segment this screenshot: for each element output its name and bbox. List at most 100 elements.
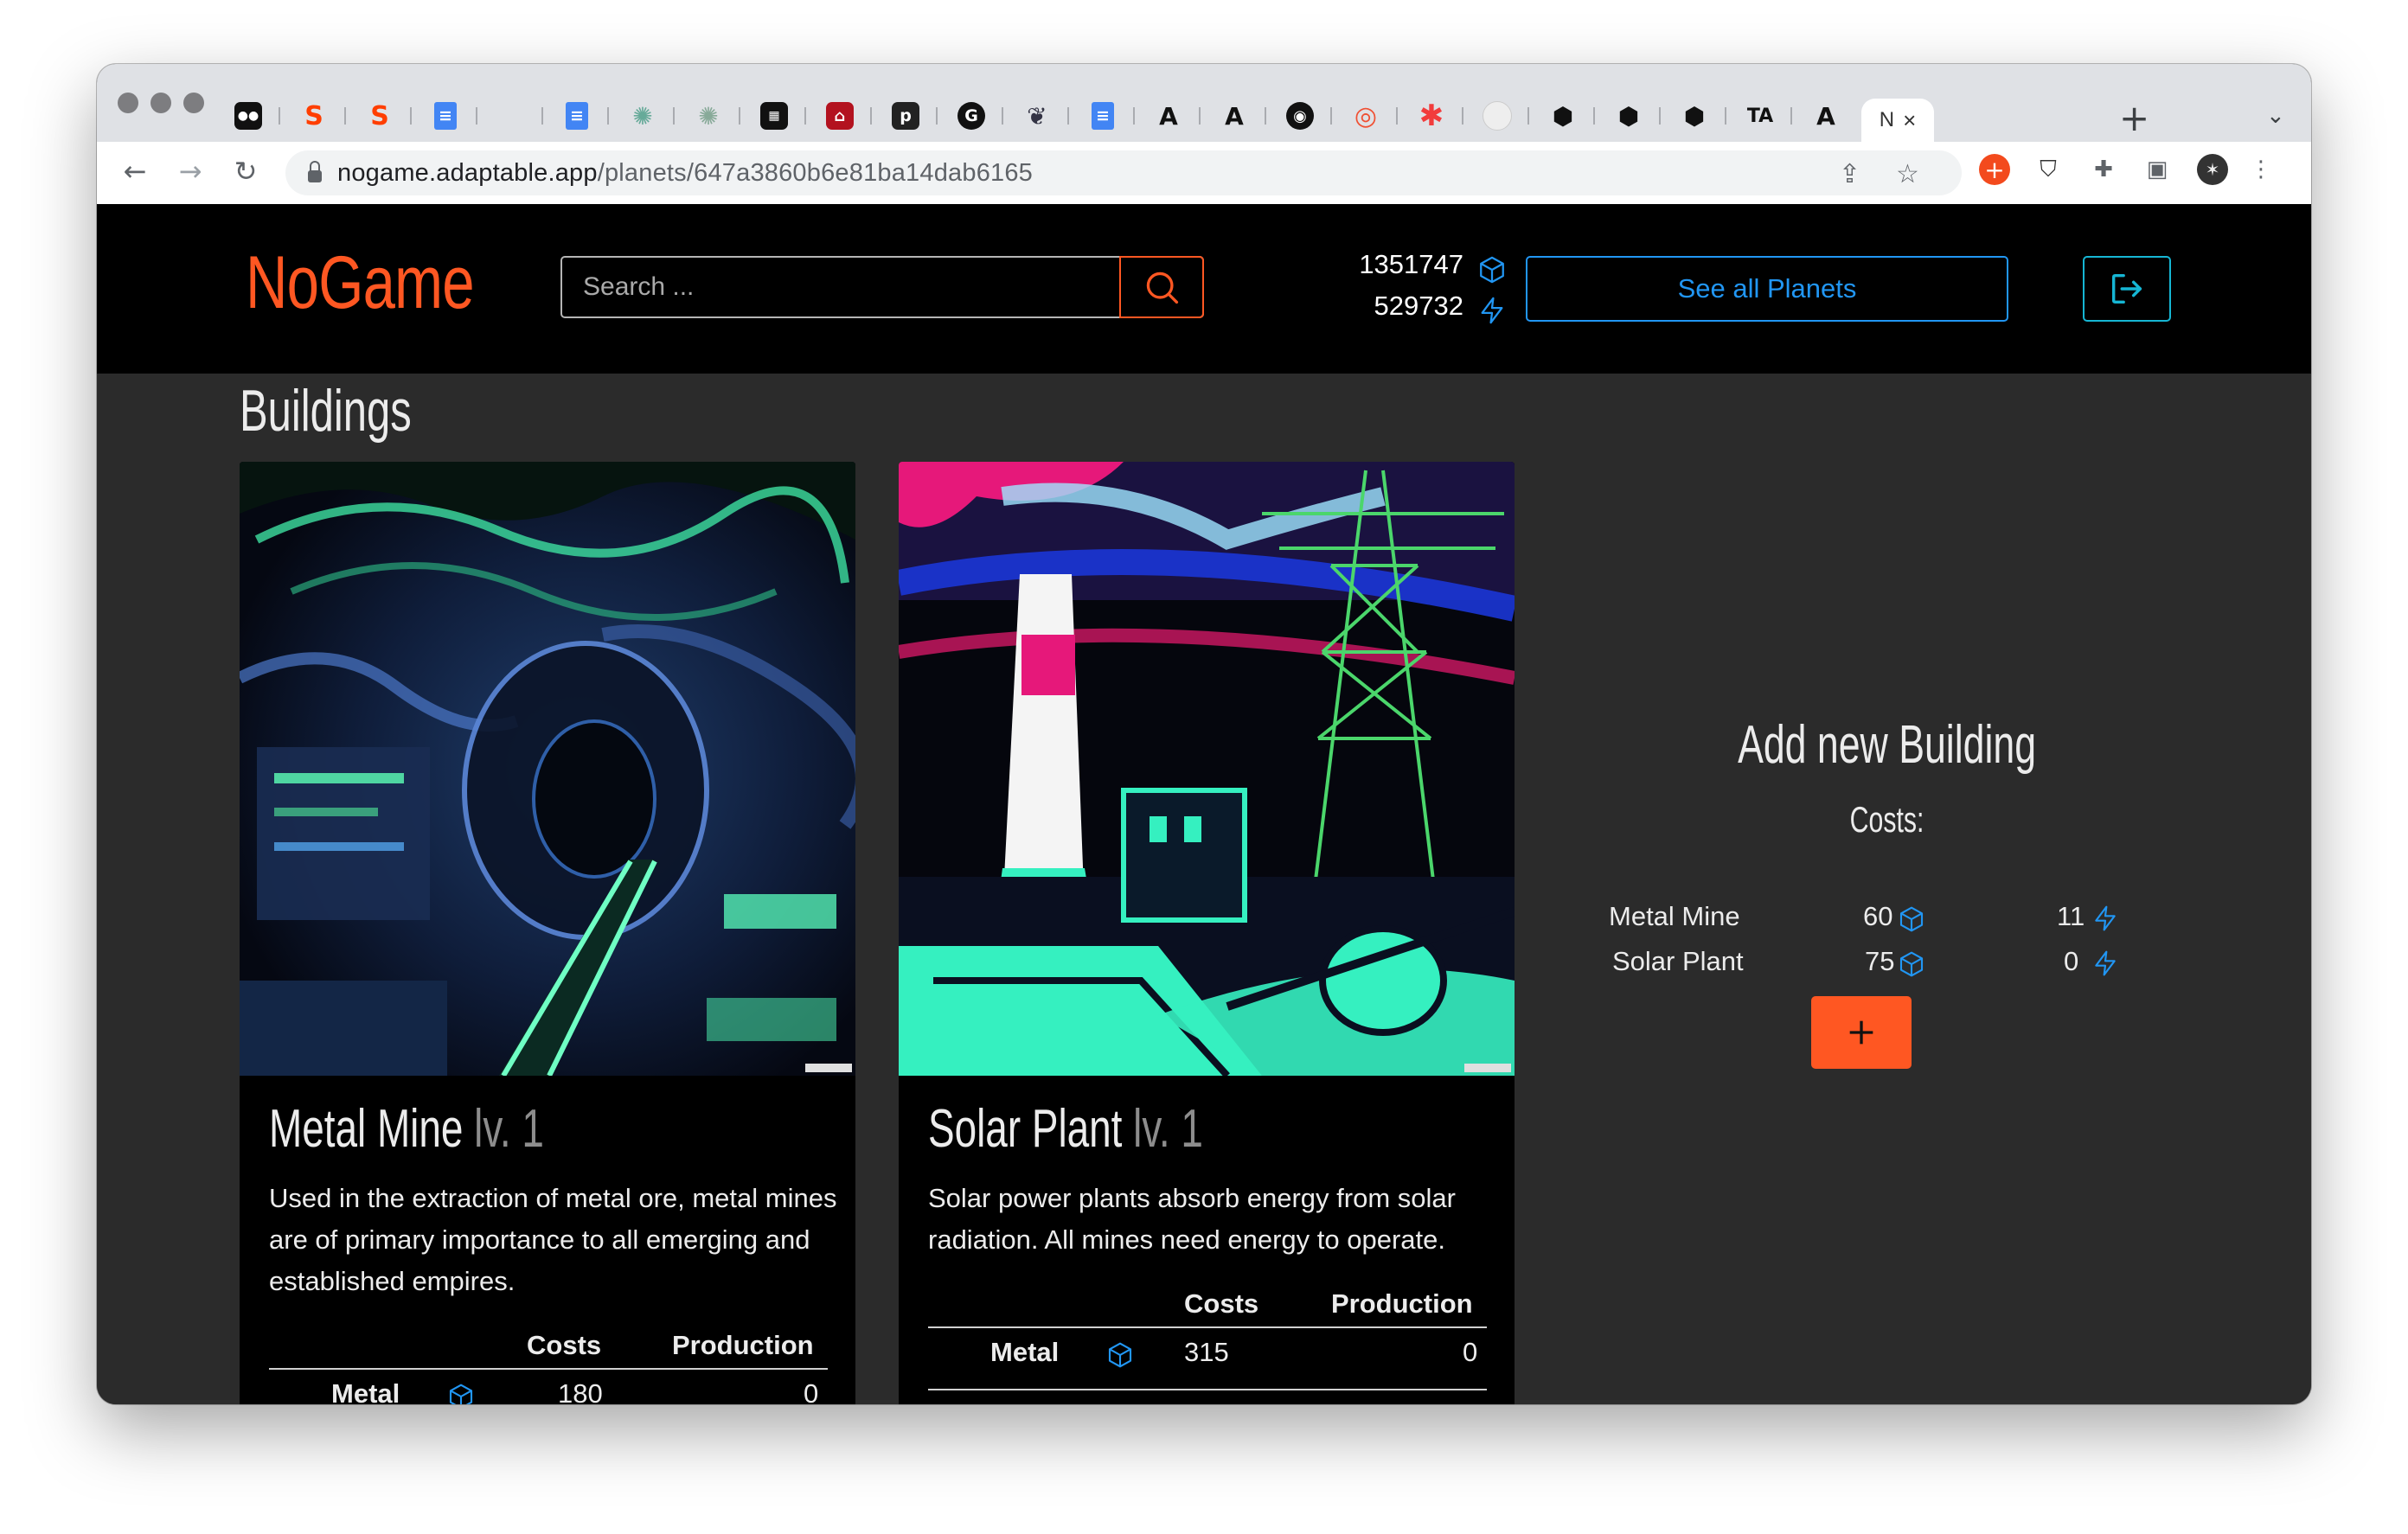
energy-bolt-icon — [1481, 297, 1503, 324]
add-building-title: Add new Building — [1738, 715, 2037, 775]
puzzle-extensions-icon[interactable]: ✚ — [2088, 154, 2119, 185]
building-level: lv. 1 — [474, 1099, 544, 1159]
active-tab-title: N — [1879, 108, 1895, 131]
tab-strip: ●● S S ≡ ≡ ✺ ✺ ▦ ⌂ p G ❦ ≡ A A ◉ ◎ ✱ ⬢ ⬢… — [97, 64, 2311, 142]
tab-svelte-2[interactable]: S — [348, 99, 412, 133]
close-window-button[interactable] — [118, 93, 138, 113]
tab-medium[interactable]: ●● — [216, 99, 280, 133]
cost-row-metal: 75 — [1865, 946, 1895, 976]
google-docs-icon: ≡ — [1092, 102, 1114, 130]
tab-flower-1[interactable]: ✺ — [611, 99, 675, 133]
tab-active[interactable]: N × — [1861, 99, 1934, 142]
metal-mine-image — [240, 462, 855, 1076]
tab-lifebuoy[interactable]: ◎ — [1334, 99, 1398, 133]
building-card-metal-mine: Metal Mine lv. 1 Used in the extraction … — [240, 462, 855, 1404]
tab-g[interactable]: G — [939, 99, 1003, 133]
energy-bolt-icon — [2095, 950, 2116, 976]
tab-p[interactable]: p — [874, 99, 938, 133]
browser-window: ●● S S ≡ ≡ ✺ ✺ ▦ ⌂ p G ❦ ≡ A A ◉ ◎ ✱ ⬢ ⬢… — [97, 64, 2311, 1404]
metal-amount: 1351747 — [1359, 249, 1463, 279]
energy-bolt-icon — [2095, 905, 2116, 931]
building-name: Solar Plant — [928, 1099, 1123, 1159]
table-divider — [269, 1368, 828, 1370]
circle-icon — [1483, 101, 1512, 131]
address-bar[interactable]: nogame.adaptable.app/planets/647a3860b6e… — [285, 150, 1962, 195]
p-icon: p — [892, 102, 919, 130]
more-menu-icon[interactable]: ⋮ — [2245, 154, 2277, 185]
tab-github[interactable]: ◉ — [1268, 99, 1332, 133]
lock-icon — [308, 161, 322, 182]
tab-ta[interactable]: TA — [1728, 99, 1792, 133]
row-production: 0 — [804, 1378, 819, 1404]
tab-brain[interactable]: ❦ — [1005, 99, 1069, 133]
side-panel-icon[interactable]: ▣ — [2142, 154, 2173, 185]
tab-circle[interactable] — [1465, 99, 1529, 133]
building-description: Used in the extraction of metal ore, met… — [269, 1183, 837, 1296]
codepen-icon: ⬢ — [1552, 101, 1574, 131]
search-box — [560, 256, 1204, 318]
solar-plant-image — [899, 462, 1515, 1076]
tab-blank[interactable] — [479, 99, 543, 133]
tab-flower-2[interactable]: ✺ — [676, 99, 740, 133]
add-building-panel: Add new Building Costs: — [1541, 204, 2233, 1404]
search-icon — [1146, 272, 1179, 304]
reload-icon[interactable]: ↻ — [227, 152, 265, 190]
costs-label: Costs: — [1850, 799, 1924, 840]
table-divider — [928, 1326, 1487, 1328]
metal-cube-icon — [1899, 951, 1924, 977]
tab-a-3[interactable]: A — [1794, 99, 1858, 133]
shield-extension-icon[interactable]: ⛉ — [2033, 154, 2064, 185]
blank-icon — [497, 102, 525, 130]
metal-cube-icon — [1899, 906, 1924, 932]
extension-plus-icon[interactable]: + — [1979, 154, 2010, 185]
close-tab-icon[interactable]: × — [1903, 107, 1916, 134]
minimize-window-button[interactable] — [150, 93, 171, 113]
share-icon[interactable]: ⇪ — [1839, 159, 1860, 189]
medium-icon: ●● — [234, 102, 262, 130]
svelte-icon: S — [370, 100, 389, 131]
costs-header: Costs — [527, 1330, 602, 1360]
tab-qr[interactable]: ▦ — [742, 99, 806, 133]
row-production: 0 — [1463, 1337, 1478, 1367]
tab-museum[interactable]: ⌂ — [808, 99, 872, 133]
search-input[interactable] — [562, 258, 1119, 316]
new-tab-button[interactable]: + — [2119, 97, 2149, 139]
plus-icon — [1849, 1020, 1873, 1045]
a-icon: A — [1159, 101, 1178, 131]
add-building-button[interactable] — [1811, 996, 1912, 1069]
logo[interactable]: NoGame — [246, 240, 475, 326]
tab-codepen-1[interactable]: ⬢ — [1531, 99, 1595, 133]
cost-row-metal: 60 — [1863, 901, 1893, 931]
profile-avatar[interactable]: ✶ — [2197, 154, 2228, 185]
cost-row-name: Solar Plant — [1612, 946, 1744, 976]
url-text[interactable]: nogame.adaptable.app/planets/647a3860b6e… — [337, 159, 1033, 188]
zoom-window-button[interactable] — [183, 93, 204, 113]
forward-arrow-icon[interactable]: → — [171, 152, 209, 190]
row-cost: 315 — [1184, 1337, 1229, 1367]
building-level: lv. 1 — [1133, 1099, 1203, 1159]
tab-docs-2[interactable]: ≡ — [545, 99, 609, 133]
url-host: nogame.adaptable.app — [337, 158, 598, 187]
tab-a-1[interactable]: A — [1137, 99, 1201, 133]
tab-search-chevron-icon[interactable]: ⌄ — [2266, 102, 2285, 129]
brain-icon: ❦ — [1027, 101, 1047, 131]
svelte-icon: S — [304, 100, 323, 131]
buildings-title: Buildings — [240, 378, 412, 444]
card-title: Metal Mine lv. 1 — [269, 1098, 544, 1160]
tab-codepen-3[interactable]: ⬢ — [1662, 99, 1726, 133]
tab-svelte-1[interactable]: S — [282, 99, 346, 133]
browser-toolbar: ← → ↻ nogame.adaptable.app/planets/647a3… — [97, 142, 2311, 205]
flower-icon: ✺ — [632, 101, 653, 131]
museum-icon: ⌂ — [826, 102, 854, 130]
tab-a-2[interactable]: A — [1202, 99, 1266, 133]
back-arrow-icon[interactable]: ← — [116, 152, 154, 190]
cost-row-name: Metal Mine — [1609, 901, 1740, 931]
a-icon: A — [1225, 101, 1244, 131]
tab-asterisk[interactable]: ✱ — [1399, 99, 1463, 133]
tab-codepen-2[interactable]: ⬢ — [1597, 99, 1661, 133]
bookmark-star-icon[interactable]: ☆ — [1896, 159, 1919, 189]
tab-docs-3[interactable]: ≡ — [1071, 99, 1135, 133]
tab-docs-1[interactable]: ≡ — [413, 99, 477, 133]
a-icon: A — [1816, 101, 1835, 131]
search-button[interactable] — [1119, 256, 1204, 318]
